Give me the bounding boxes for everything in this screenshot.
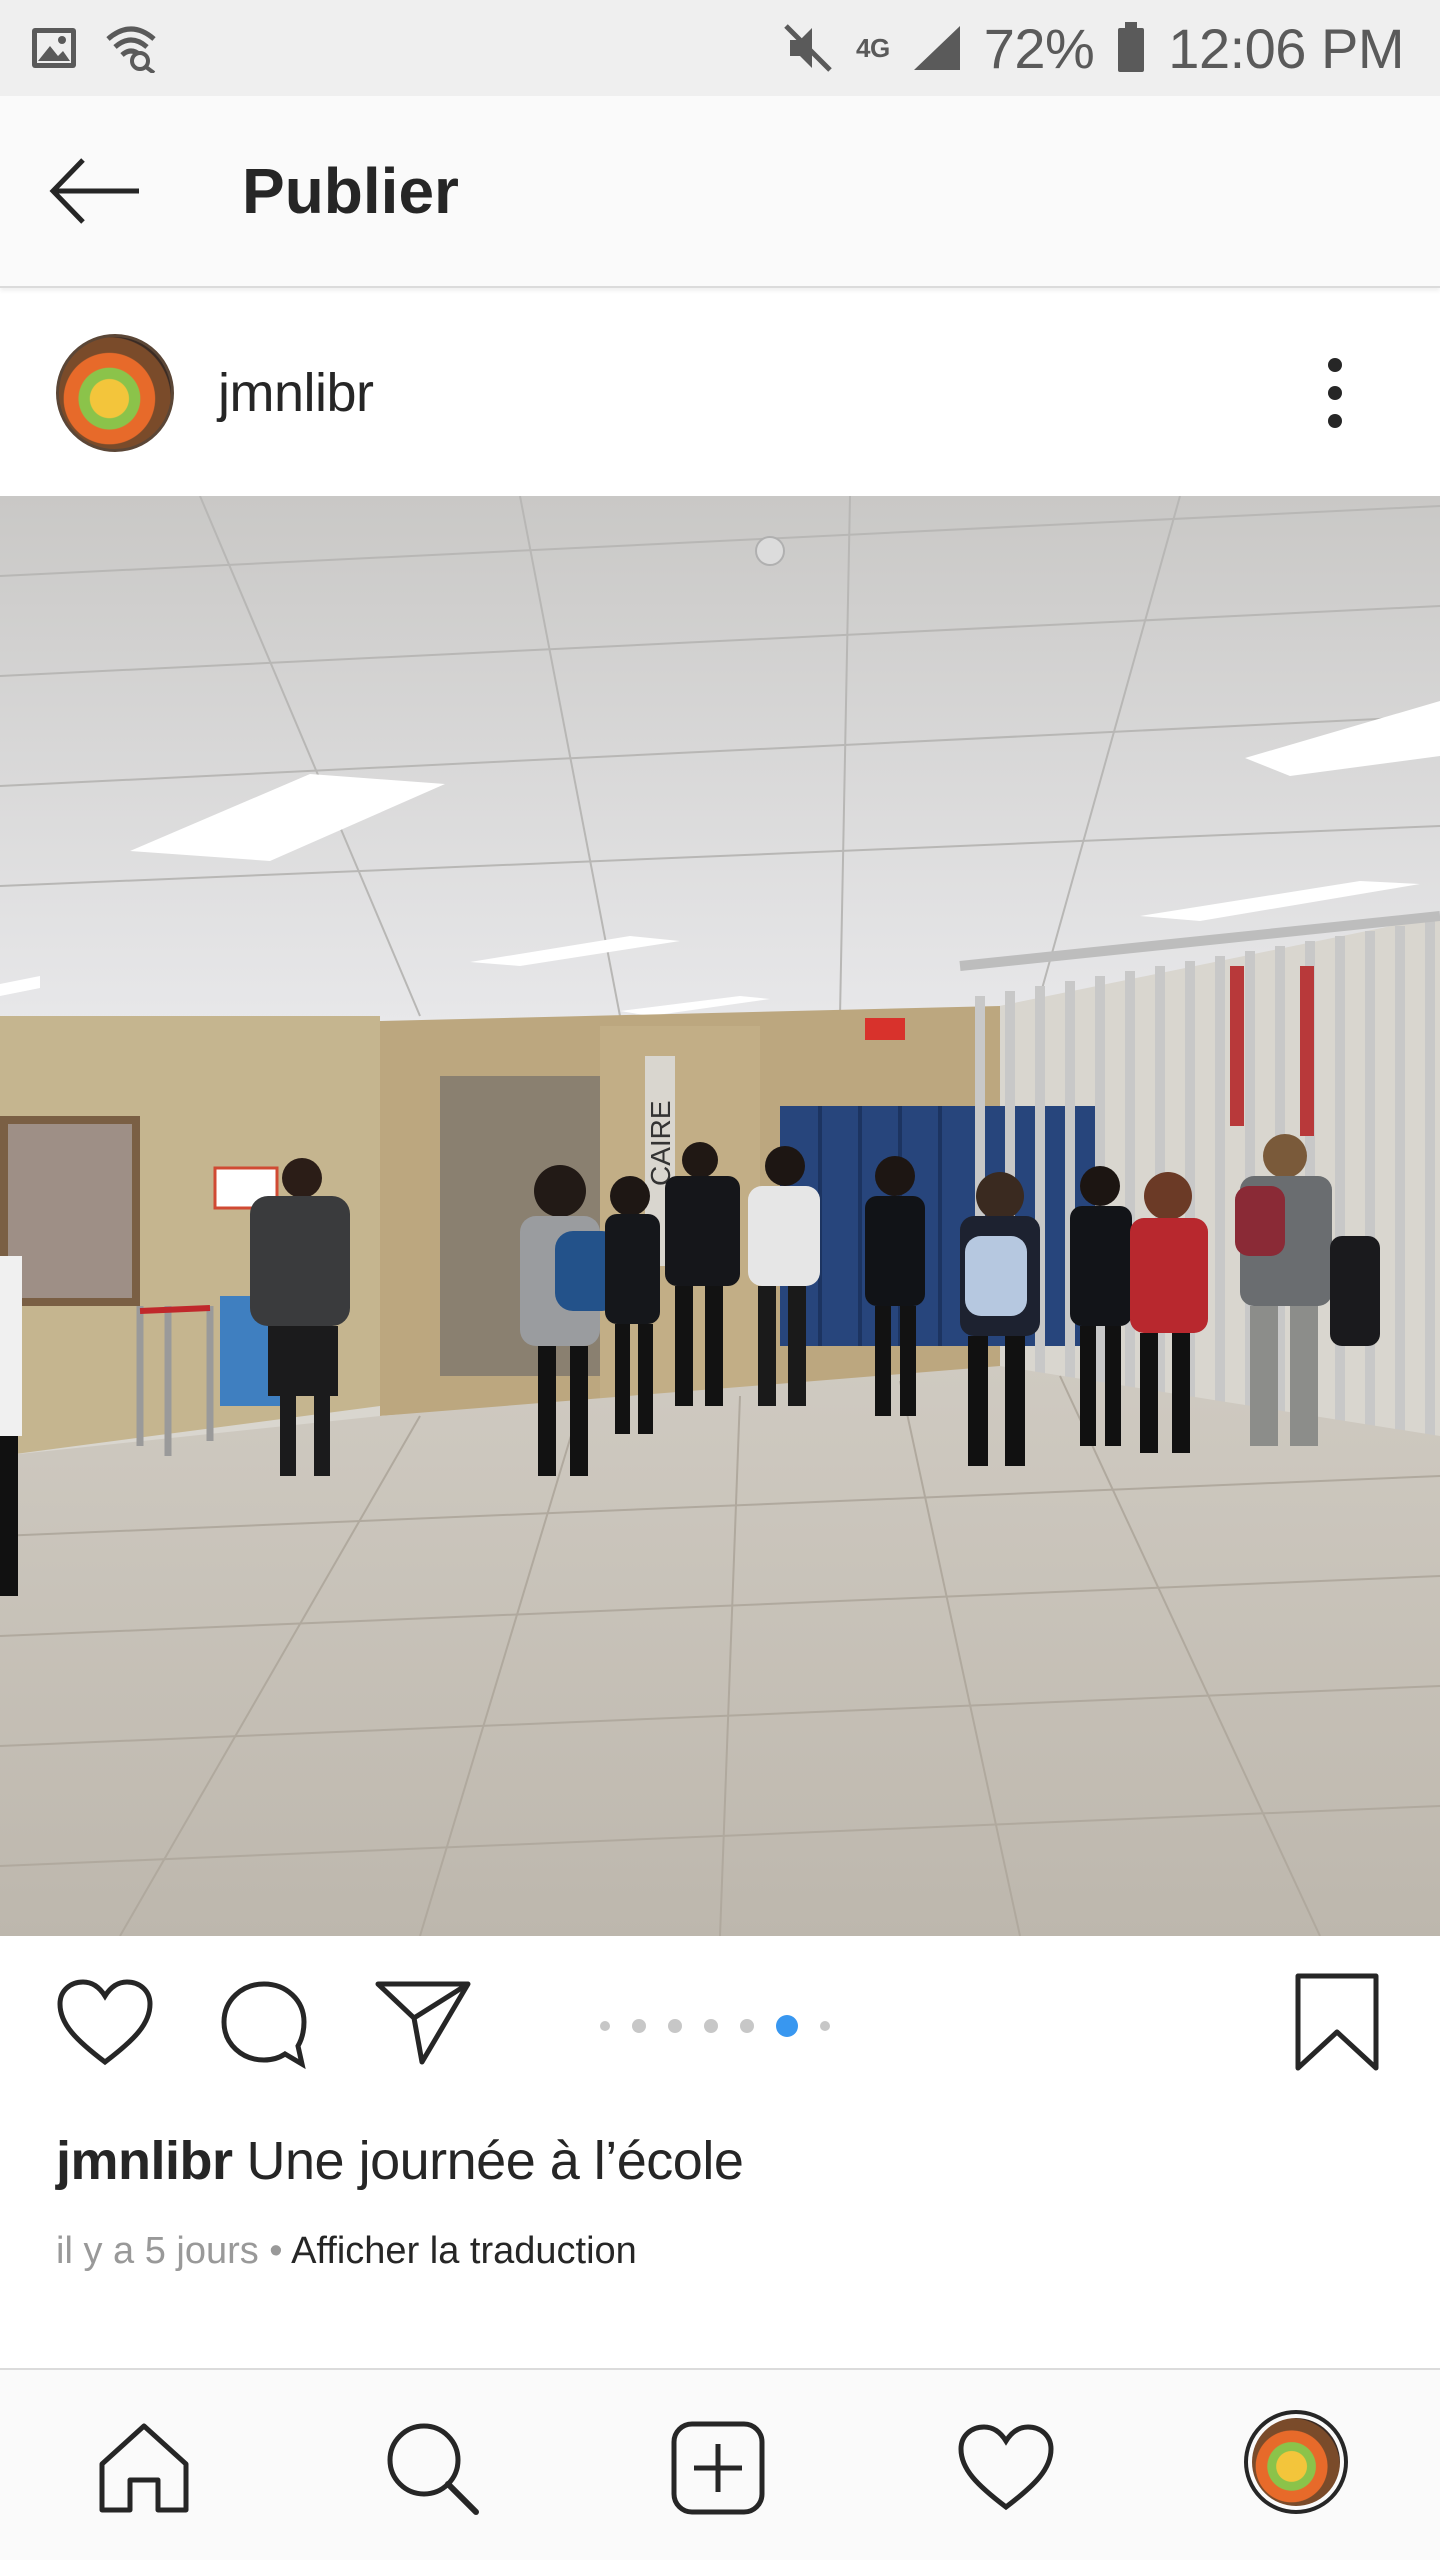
add-post-icon [671, 2421, 765, 2515]
nav-activity[interactable] [956, 2418, 1056, 2518]
post-username[interactable]: jmnlibr [218, 362, 374, 424]
carousel-dot [820, 2021, 830, 2031]
status-right: 4G 72% 12:06 PM [782, 16, 1404, 81]
back-arrow-icon [49, 158, 139, 224]
comment-bubble-icon[interactable] [218, 1978, 310, 2070]
share-send-icon[interactable] [374, 1978, 472, 2068]
nav-home[interactable] [94, 2418, 194, 2518]
status-bar: 4G 72% 12:06 PM [0, 0, 1440, 96]
caption-text: Une journée à l’école [246, 2131, 744, 2191]
save-bookmark-icon[interactable] [1294, 1972, 1380, 2072]
post-header: jmnlibr [0, 290, 1440, 496]
nav-profile[interactable] [1244, 2410, 1348, 2514]
more-dot-icon [1328, 414, 1342, 428]
mute-icon [784, 24, 832, 72]
app-bar: Publier [0, 96, 1440, 288]
post-meta: il y a 5 jours • Afficher la traduction [56, 2230, 637, 2273]
nav-create-post[interactable] [668, 2418, 768, 2518]
more-dot-icon [1328, 358, 1342, 372]
translate-link[interactable]: Afficher la traduction [291, 2230, 637, 2272]
clock: 12:06 PM [1168, 16, 1404, 80]
profile-avatar [1244, 2410, 1348, 2514]
gallery-notification-icon [32, 28, 76, 68]
activity-heart-icon [958, 2424, 1054, 2511]
more-options-button[interactable] [1320, 358, 1350, 428]
caption-username[interactable]: jmnlibr [56, 2131, 233, 2191]
carousel-dot [600, 2021, 610, 2031]
nav-search[interactable] [382, 2418, 482, 2518]
more-dot-icon [1328, 386, 1342, 400]
carousel-indicator [600, 2015, 830, 2037]
carousel-dot-active [776, 2015, 798, 2037]
status-left [30, 23, 158, 73]
signal-icon [913, 26, 960, 70]
back-button[interactable] [0, 95, 190, 287]
home-icon [99, 2423, 189, 2513]
post-photo-image: CAIRE [0, 496, 1440, 1936]
battery-icon [1118, 22, 1145, 72]
carousel-dot [740, 2019, 754, 2033]
page-title: Publier [242, 155, 459, 227]
post-age: il y a 5 jours [56, 2230, 259, 2272]
meta-separator: • [258, 2230, 292, 2272]
post-caption: jmnlibr Une journée à l’école [56, 2130, 744, 2192]
like-heart-icon[interactable] [56, 1978, 154, 2068]
carousel-dot [668, 2019, 682, 2033]
post-photo[interactable]: CAIRE [0, 496, 1440, 1936]
bottom-nav [0, 2368, 1440, 2560]
wall-sign-text: CAIRE [645, 1100, 676, 1186]
network-type: 4G [856, 33, 890, 63]
carousel-dot [632, 2019, 646, 2033]
carousel-dot [704, 2019, 718, 2033]
wifi-search-icon [106, 26, 156, 73]
search-icon [387, 2423, 479, 2515]
battery-percent: 72% [983, 16, 1095, 80]
avatar[interactable] [56, 334, 174, 452]
